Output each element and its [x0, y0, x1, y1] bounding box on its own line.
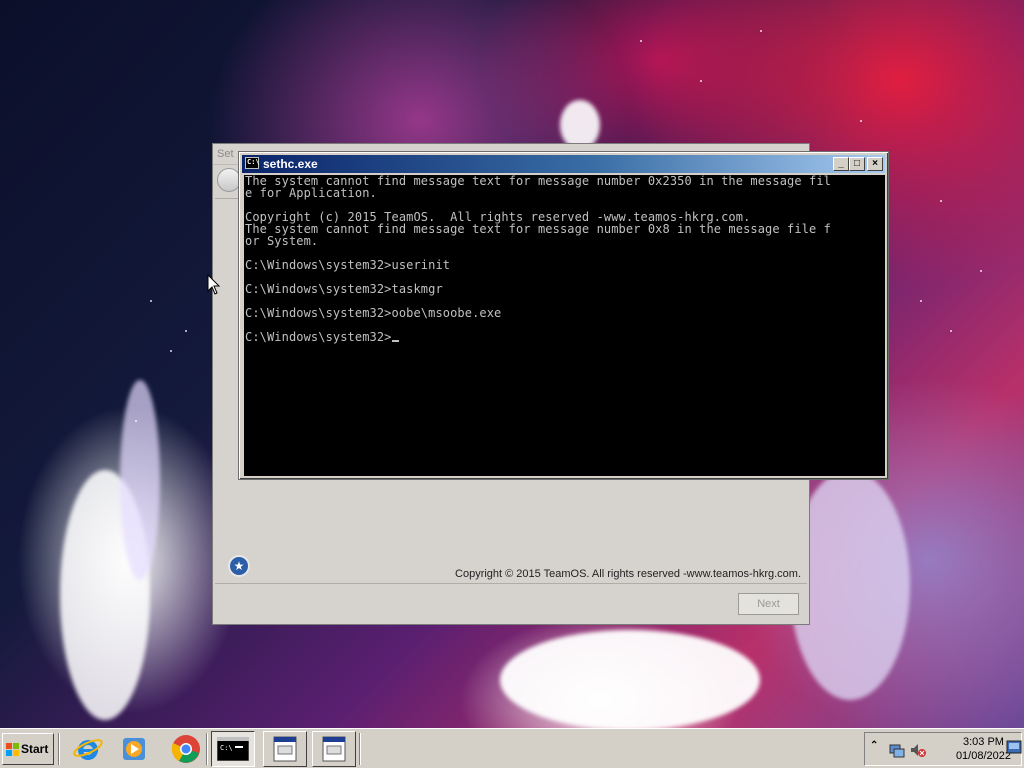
console-title: sethc.exe	[263, 157, 318, 171]
internet-explorer-icon[interactable]	[72, 733, 104, 765]
close-button[interactable]: ×	[867, 157, 883, 171]
console-line: C:\Windows\system32>taskmgr	[245, 282, 443, 296]
volume-muted-icon[interactable]	[910, 742, 926, 758]
text-cursor	[391, 340, 399, 342]
taskbar-separator	[359, 733, 361, 765]
application-window-icon	[273, 736, 297, 762]
chrome-icon[interactable]	[170, 733, 202, 765]
console-app-icon[interactable]: C:\	[245, 157, 260, 169]
media-player-icon[interactable]	[119, 733, 151, 765]
console-line: e for Application.	[245, 186, 377, 200]
application-window-icon	[322, 736, 346, 762]
network-icon[interactable]	[889, 742, 905, 758]
taskbar: Start C:\ ⌃ 3:03 PM 01/08/2022	[0, 728, 1024, 768]
console-window[interactable]: C:\ sethc.exe _ □ × The system cannot fi…	[238, 151, 889, 480]
ease-of-access-icon[interactable]: ★	[228, 555, 250, 577]
mouse-pointer-icon	[207, 274, 221, 295]
start-label: Start	[21, 742, 49, 756]
show-desktop-icon[interactable]	[1006, 739, 1022, 755]
console-line: or System.	[245, 234, 319, 248]
svg-text:C:\: C:\	[220, 744, 233, 752]
taskbar-separator	[206, 733, 208, 765]
setup-copyright-text: Copyright © 2015 TeamOS. All rights rese…	[455, 568, 801, 580]
clock-time: 3:03 PM	[962, 736, 1004, 748]
clock-date: 01/08/2022	[955, 750, 1011, 762]
console-line: The system cannot find message text for …	[245, 222, 831, 236]
minimize-button[interactable]: _	[833, 157, 849, 171]
taskbar-separator	[58, 733, 60, 765]
taskbar-button-app-1[interactable]	[263, 731, 307, 767]
console-icon: C:\	[217, 737, 249, 761]
console-prompt-line[interactable]: C:\Windows\system32>	[244, 331, 885, 343]
console-prompt: C:\Windows\system32>	[245, 330, 392, 344]
system-tray: ⌃ 3:03 PM 01/08/2022	[864, 732, 1022, 766]
taskbar-button-console[interactable]: C:\	[211, 731, 255, 767]
console-line: C:\Windows\system32>userinit	[245, 258, 451, 272]
maximize-button[interactable]: □	[849, 157, 865, 171]
windows-logo-icon	[6, 743, 19, 756]
console-output[interactable]: The system cannot find message text for …	[244, 175, 885, 476]
show-hidden-icons-icon[interactable]: ⌃	[870, 740, 878, 751]
clock[interactable]: 3:03 PM 01/08/2022	[956, 735, 1011, 763]
next-button[interactable]: Next	[738, 593, 799, 615]
start-button[interactable]: Start	[2, 733, 54, 765]
console-line: C:\Windows\system32>oobe\msoobe.exe	[245, 306, 502, 320]
taskbar-button-app-2[interactable]	[312, 731, 356, 767]
console-titlebar[interactable]: C:\ sethc.exe _ □ ×	[242, 155, 885, 173]
